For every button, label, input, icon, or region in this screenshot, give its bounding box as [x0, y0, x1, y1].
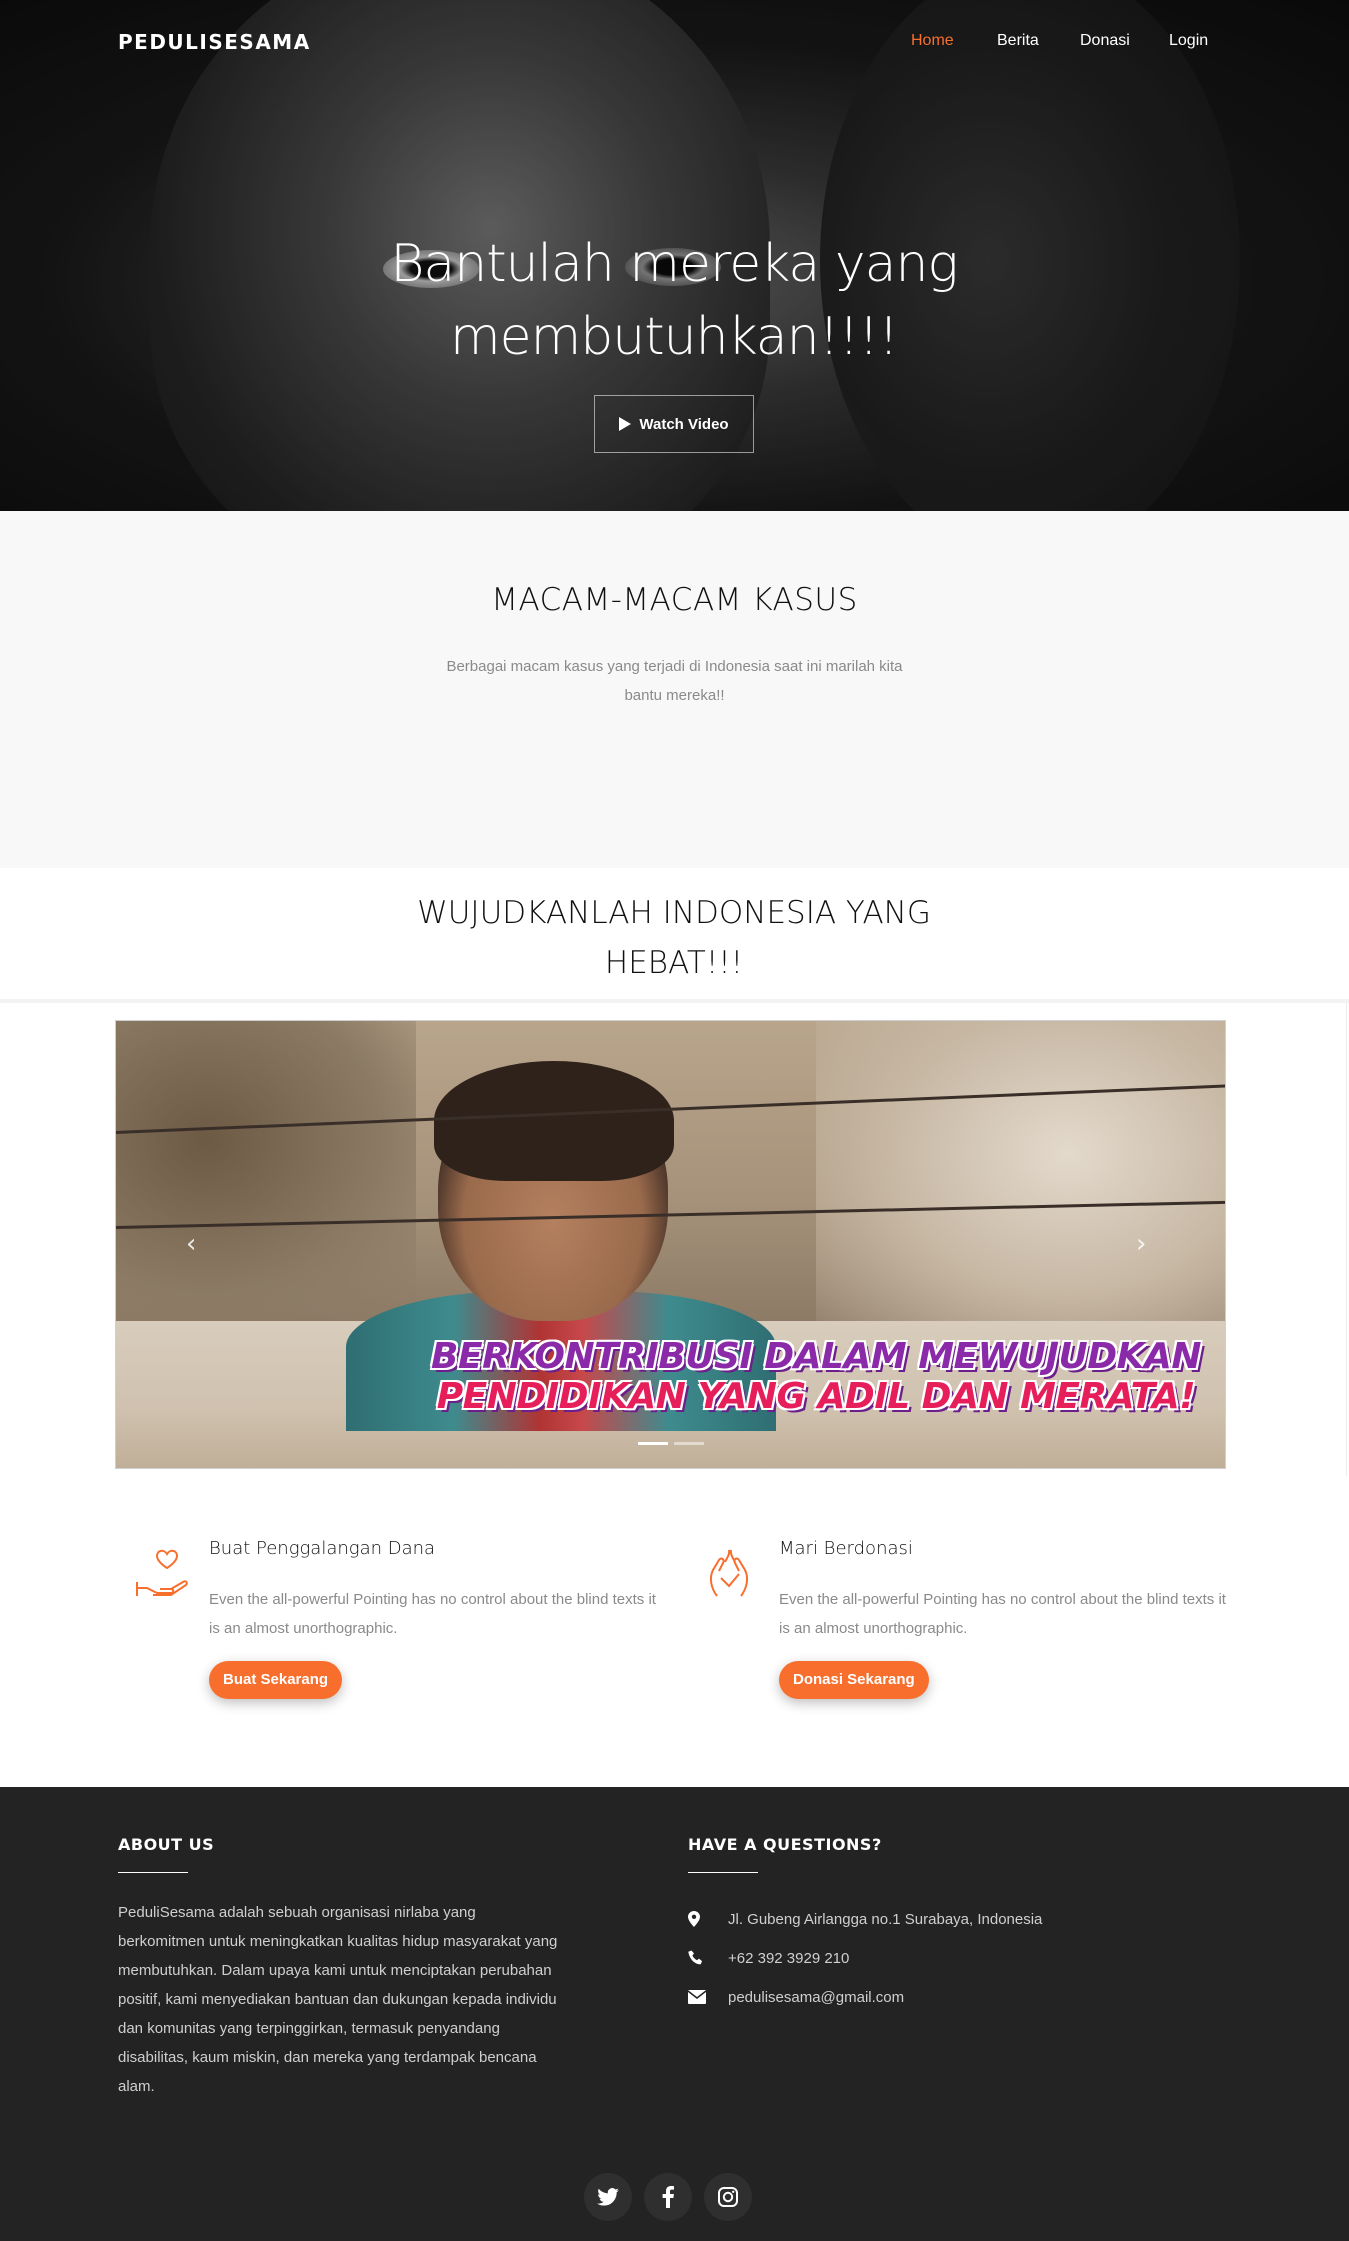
footer: ABOUT US PeduliSesama adalah sebuah orga… [0, 1787, 1349, 2241]
contact-email: pedulisesama@gmail.com [688, 1987, 904, 2007]
social-links [584, 2173, 752, 2221]
top-navbar: PEDULISESAMA Home Berita Donasi Login [0, 0, 1349, 86]
about-us-text: PeduliSesama adalah sebuah organisasi ni… [118, 1904, 558, 2095]
cases-title: MACAM-MACAM KASUS [491, 582, 858, 618]
slide-caption-line1: BERKONTRIBUSI DALAM MEWUJUDKAN [431, 1336, 1201, 1377]
about-us-heading: ABOUT US [118, 1835, 215, 1854]
nav-item-login[interactable]: Login [1169, 32, 1208, 50]
play-icon [619, 417, 632, 431]
slide-caption-line2: PENDIDIKAN YANG ADIL DAN MERATA! [436, 1376, 1196, 1417]
carousel-indicators [638, 1442, 704, 1445]
service-description: Even the all-powerful Pointing has no co… [209, 1591, 656, 1637]
image-carousel[interactable]: BERKONTRIBUSI DALAM MEWUJUDKAN PENDIDIKA… [115, 1020, 1226, 1469]
questions-heading: HAVE A QUESTIONS? [688, 1835, 882, 1854]
contact-phone: +62 392 3929 210 [688, 1948, 849, 1968]
phone-icon [688, 1948, 728, 1968]
carousel-next-arrow[interactable]: › [1136, 1229, 1146, 1259]
section-divider [0, 999, 1349, 1003]
service-title: Mari Berdonasi [779, 1538, 913, 1559]
heading-underline [118, 1872, 188, 1873]
hero-title: Bantulah mereka yang membutuhkan!!!! [390, 234, 958, 367]
buat-sekarang-button[interactable]: Buat Sekarang [209, 1661, 343, 1699]
cases-description: Berbagai macam kasus yang terjadi di Ind… [446, 658, 903, 704]
contact-phone-text[interactable]: +62 392 3929 210 [728, 1950, 849, 1967]
contact-address: Jl. Gubeng Airlangga no.1 Surabaya, Indo… [688, 1909, 1042, 1929]
instagram-icon[interactable] [704, 2173, 752, 2221]
nav-item-berita[interactable]: Berita [997, 32, 1039, 50]
donation-hands-icon [709, 1549, 749, 1597]
nav-item-home[interactable]: Home [911, 32, 954, 50]
campaign-title: WUJUDKANLAH INDONESIA YANG HEBAT!!! [417, 895, 931, 981]
service-description: Even the all-powerful Pointing has no co… [779, 1591, 1226, 1637]
facebook-icon[interactable] [644, 2173, 692, 2221]
watch-video-label: Watch Video [639, 415, 729, 433]
nav-item-donasi[interactable]: Donasi [1080, 32, 1130, 50]
contact-email-text[interactable]: pedulisesama@gmail.com [728, 1989, 904, 2006]
contact-address-text: Jl. Gubeng Airlangga no.1 Surabaya, Indo… [728, 1910, 1043, 1928]
heading-underline [688, 1872, 758, 1873]
watch-video-button[interactable]: Watch Video [594, 395, 754, 453]
envelope-icon [688, 1987, 728, 2007]
map-pin-icon [688, 1909, 728, 1929]
service-title: Buat Penggalangan Dana [209, 1538, 436, 1559]
carousel-indicator-1[interactable] [638, 1442, 668, 1445]
carousel-indicator-2[interactable] [674, 1442, 704, 1445]
donasi-sekarang-button[interactable]: Donasi Sekarang [779, 1661, 929, 1699]
hero-section: PEDULISESAMA Home Berita Donasi Login Ba… [0, 0, 1349, 511]
brand-logo[interactable]: PEDULISESAMA [118, 30, 311, 54]
twitter-icon[interactable] [584, 2173, 632, 2221]
carousel-prev-arrow[interactable]: ‹ [186, 1229, 196, 1259]
heart-hand-icon [136, 1549, 188, 1596]
slide-caption: BERKONTRIBUSI DALAM MEWUJUDKAN PENDIDIKA… [416, 1337, 1216, 1417]
cases-section: MACAM-MACAM KASUS Berbagai macam kasus y… [0, 511, 1349, 868]
